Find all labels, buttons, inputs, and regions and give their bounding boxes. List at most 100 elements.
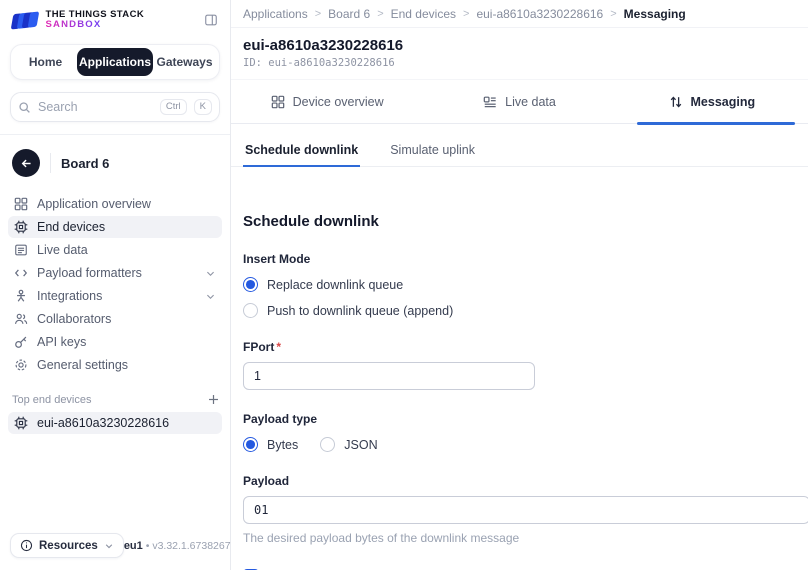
device-tabs: Device overview Live data Messaging xyxy=(231,80,808,124)
search-icon xyxy=(18,101,31,114)
top-end-devices-section: Top end devices xyxy=(0,377,230,412)
kbd-k: K xyxy=(194,99,212,115)
resources-label: Resources xyxy=(39,540,98,552)
application-name: Board 6 xyxy=(61,156,109,171)
radio-label: Push to downlink queue (append) xyxy=(267,304,453,318)
code-icon xyxy=(14,266,28,280)
sidebar-header-block: THE THINGS STACK SANDBOX Home Applicatio… xyxy=(0,0,230,135)
payload-label: Payload xyxy=(243,474,796,488)
sidebar-item-payload-formatters[interactable]: Payload formatters xyxy=(8,262,222,284)
sidebar-item-label: Payload formatters xyxy=(37,266,142,280)
required-asterisk: * xyxy=(276,340,281,354)
tab-label: Messaging xyxy=(691,95,756,109)
page-title: eui-a8610a3230228616 xyxy=(243,37,796,54)
brand-subtitle: SANDBOX xyxy=(46,20,145,30)
back-button[interactable] xyxy=(12,149,40,177)
grid-icon xyxy=(271,95,285,109)
tab-device-overview[interactable]: Device overview xyxy=(231,80,423,123)
radio-bytes[interactable]: Bytes xyxy=(243,437,298,452)
gear-icon xyxy=(14,358,28,372)
radio-push-downlink-queue[interactable]: Push to downlink queue (append) xyxy=(243,303,796,318)
breadcrumb-device[interactable]: eui-a8610a3230228616 xyxy=(476,7,603,21)
resources-button[interactable]: Resources xyxy=(10,533,124,558)
sidebar-toggle-icon[interactable] xyxy=(204,13,218,27)
sidebar-item-device[interactable]: eui-a8610a3230228616 xyxy=(8,412,222,434)
sidebar-item-label: Application overview xyxy=(37,197,151,211)
sidebar-item-end-devices[interactable]: End devices xyxy=(8,216,222,238)
payload-input[interactable] xyxy=(243,496,808,524)
chevron-down-icon xyxy=(205,291,216,302)
list-icon xyxy=(483,95,497,109)
app-root: THE THINGS STACK SANDBOX Home Applicatio… xyxy=(0,0,808,570)
schedule-downlink-panel: Schedule downlink Insert Mode Replace do… xyxy=(231,167,808,570)
radio-label: Bytes xyxy=(267,438,298,452)
breadcrumb-applications[interactable]: Applications xyxy=(243,7,308,21)
nav-tab-home[interactable]: Home xyxy=(14,48,77,76)
tab-label: Live data xyxy=(505,95,556,109)
sidebar-item-live-data[interactable]: Live data xyxy=(8,239,222,261)
section-label: Top end devices xyxy=(12,394,92,406)
search-placeholder: Search xyxy=(38,100,153,114)
tab-live-data[interactable]: Live data xyxy=(423,80,615,123)
subtab-schedule-downlink[interactable]: Schedule downlink xyxy=(243,137,360,167)
sidebar-item-collaborators[interactable]: Collaborators xyxy=(8,308,222,330)
radio-icon xyxy=(243,277,258,292)
people-icon xyxy=(14,312,28,326)
chevron-down-icon xyxy=(205,268,216,279)
sidebar-item-label: Collaborators xyxy=(37,312,111,326)
sidebar-nav: Application overview End devices xyxy=(0,185,230,377)
application-row: Board 6 xyxy=(0,135,230,185)
sidebar-footer: Resources eu1 • v3.32.1.6738267293 xyxy=(0,523,230,570)
sidebar-item-integrations[interactable]: Integrations xyxy=(8,285,222,307)
radio-json[interactable]: JSON xyxy=(320,437,377,452)
plus-icon[interactable] xyxy=(207,393,220,406)
payload-help-text: The desired payload bytes of the downlin… xyxy=(243,531,796,545)
breadcrumb: Applications > Board 6 > End devices > e… xyxy=(231,0,808,28)
sidebar-item-application-overview[interactable]: Application overview xyxy=(8,193,222,215)
sidebar-item-label: Integrations xyxy=(37,289,102,303)
fport-input[interactable] xyxy=(243,362,535,390)
arrow-left-icon xyxy=(20,157,33,170)
insert-mode-label: Insert Mode xyxy=(243,252,796,266)
top-end-devices-list: eui-a8610a3230228616 xyxy=(0,412,230,435)
things-stack-logo: THE THINGS STACK SANDBOX xyxy=(12,10,144,30)
search-input[interactable]: Search Ctrl K xyxy=(10,92,220,122)
breadcrumb-separator: > xyxy=(315,8,321,20)
radio-label: Replace downlink queue xyxy=(267,278,403,292)
sidebar-item-label: Live data xyxy=(37,243,88,257)
radio-icon xyxy=(320,437,335,452)
nav-tab-gateways[interactable]: Gateways xyxy=(153,48,216,76)
chevron-down-icon xyxy=(104,541,114,551)
subtab-simulate-uplink[interactable]: Simulate uplink xyxy=(388,137,477,167)
messaging-subtabs: Schedule downlink Simulate uplink xyxy=(231,137,808,167)
sidebar: THE THINGS STACK SANDBOX Home Applicatio… xyxy=(0,0,231,570)
sidebar-item-api-keys[interactable]: API keys xyxy=(8,331,222,353)
tab-messaging[interactable]: Messaging xyxy=(616,80,808,123)
radio-replace-downlink-queue[interactable]: Replace downlink queue xyxy=(243,277,796,292)
page-header: eui-a8610a3230228616 ID: eui-a8610a32302… xyxy=(231,28,808,80)
sidebar-item-label: API keys xyxy=(37,335,86,349)
version-info: eu1 • v3.32.1.6738267293 xyxy=(124,540,248,552)
cluster-label: eu1 xyxy=(124,540,143,552)
fport-label: FPort* xyxy=(243,340,796,354)
arrows-up-down-icon xyxy=(669,95,683,109)
breadcrumb-separator: > xyxy=(463,8,469,20)
radio-label: JSON xyxy=(344,438,377,452)
radio-icon xyxy=(243,437,258,452)
chip-icon xyxy=(14,220,28,234)
nav-tab-applications[interactable]: Applications xyxy=(77,48,153,76)
device-id-label: eui-a8610a3230228616 xyxy=(37,416,169,430)
integrations-icon xyxy=(14,289,28,303)
sidebar-item-general-settings[interactable]: General settings xyxy=(8,354,222,376)
divider xyxy=(50,153,51,173)
payload-type-label: Payload type xyxy=(243,412,796,426)
breadcrumb-board-6[interactable]: Board 6 xyxy=(328,7,370,21)
chip-icon xyxy=(14,416,28,430)
page-device-id: ID: eui-a8610a3230228616 xyxy=(243,57,796,69)
breadcrumb-end-devices[interactable]: End devices xyxy=(391,7,456,21)
bullet: • xyxy=(146,540,150,552)
kbd-ctrl: Ctrl xyxy=(160,99,187,115)
list-icon xyxy=(14,243,28,257)
breadcrumb-separator: > xyxy=(377,8,383,20)
breadcrumb-messaging: Messaging xyxy=(624,7,686,21)
